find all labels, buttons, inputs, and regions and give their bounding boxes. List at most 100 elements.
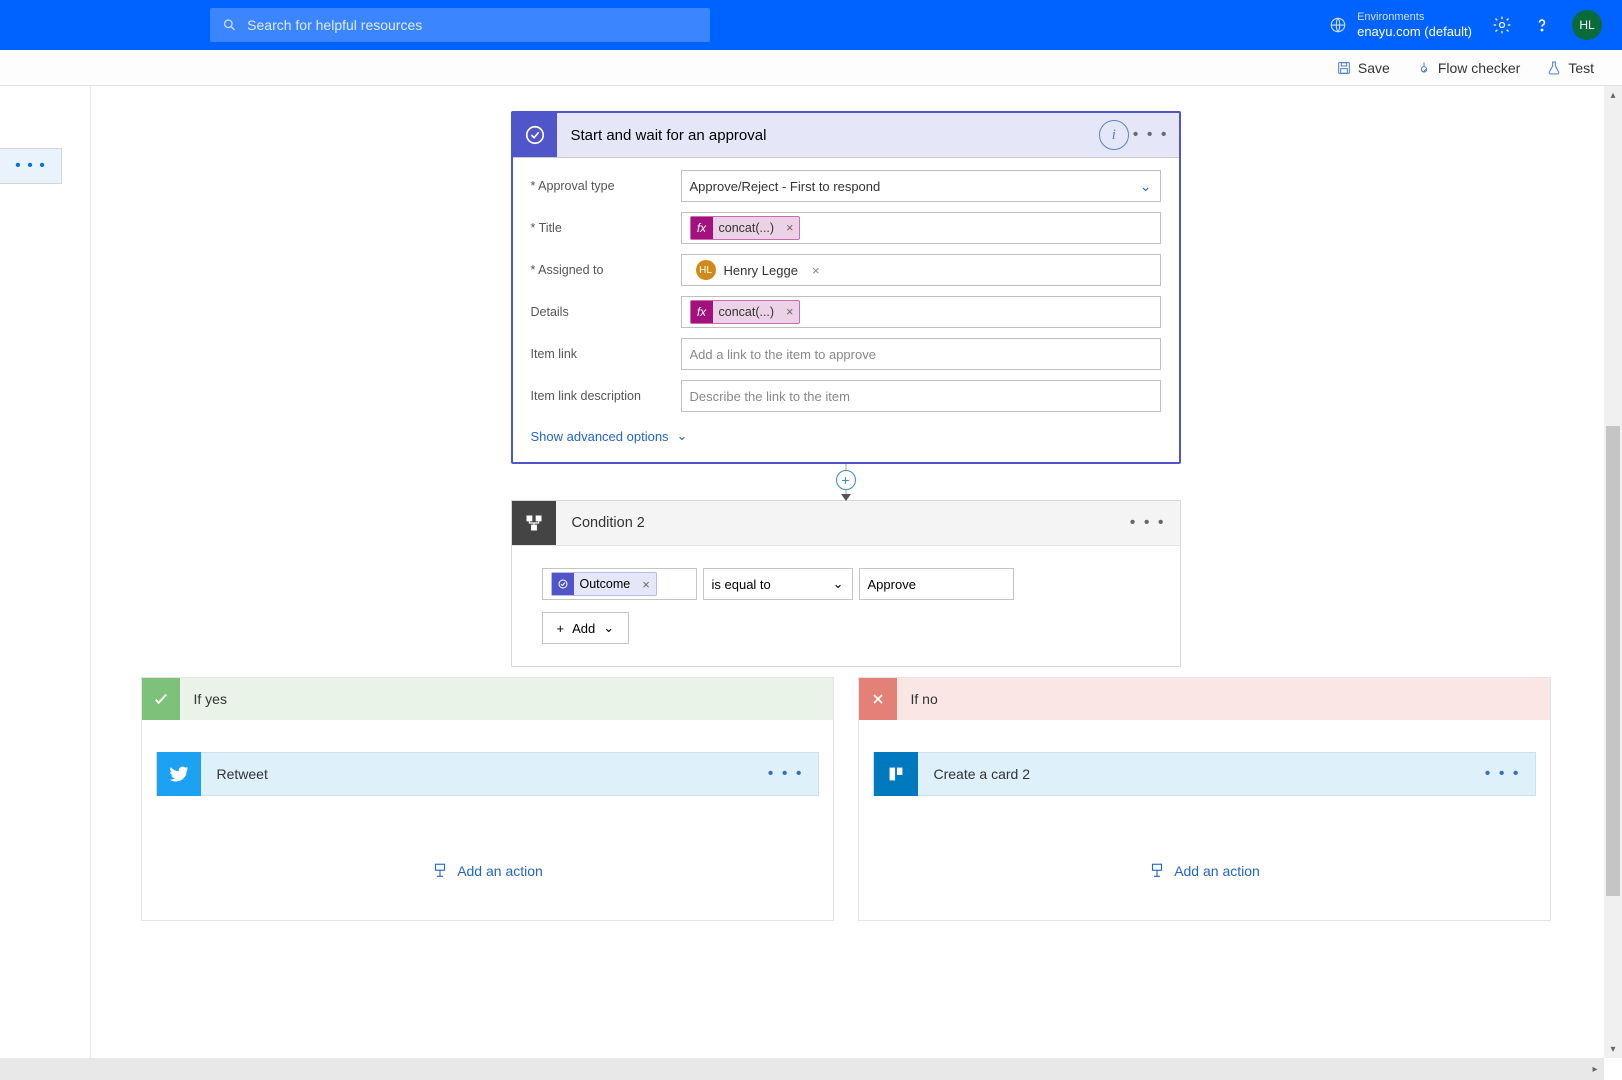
search-icon xyxy=(222,17,237,33)
flow-canvas: • • • i • • • Approval type Approve/Reje… xyxy=(0,86,1622,1080)
condition-value-field[interactable]: Approve xyxy=(859,568,1014,600)
fx-icon: fx xyxy=(691,217,713,239)
settings-icon[interactable] xyxy=(1492,15,1512,35)
condition-operator-dropdown[interactable]: is equal to ⌄ xyxy=(703,568,853,600)
chevron-down-icon: ⌄ xyxy=(833,576,844,592)
test-button[interactable]: Test xyxy=(1546,60,1594,76)
add-label: Add xyxy=(572,621,595,636)
env-value: enayu.com (default) xyxy=(1357,24,1472,40)
add-condition-button[interactable]: + Add ⌄ xyxy=(542,612,630,644)
add-action-label: Add an action xyxy=(457,863,543,879)
add-step-button[interactable]: + xyxy=(836,470,856,490)
details-input[interactable]: fx concat(...) × xyxy=(681,296,1161,328)
user-name: Henry Legge xyxy=(724,263,798,278)
remove-token-icon[interactable]: × xyxy=(636,577,656,592)
action-menu-dots[interactable]: • • • xyxy=(754,765,818,783)
condition-menu-dots[interactable]: • • • xyxy=(1116,514,1180,532)
condition-card: Condition 2 • • • Outcome × is equal to … xyxy=(511,500,1181,667)
retweet-action-card[interactable]: Retweet • • • xyxy=(156,752,819,796)
info-icon[interactable]: i xyxy=(1099,120,1129,150)
connector: + xyxy=(511,464,1181,500)
itemlinkdesc-label: Item link description xyxy=(531,389,641,403)
add-action-icon xyxy=(1148,862,1166,880)
save-label: Save xyxy=(1358,60,1390,76)
action-menu-dots[interactable]: • • • xyxy=(1471,765,1535,783)
condition-left-field[interactable]: Outcome × xyxy=(542,568,697,600)
remove-user-icon[interactable]: × xyxy=(812,263,820,278)
test-icon xyxy=(1546,60,1562,76)
branch-no: If no Create a card 2 • • • Add an actio… xyxy=(858,677,1551,921)
add-action-no[interactable]: Add an action xyxy=(873,862,1536,880)
search-box[interactable] xyxy=(210,8,710,42)
user-avatar-small: HL xyxy=(696,260,716,280)
scrollbar-thumb[interactable] xyxy=(1606,426,1620,896)
save-button[interactable]: Save xyxy=(1336,60,1390,76)
trello-action-card[interactable]: Create a card 2 • • • xyxy=(873,752,1536,796)
title-label: Title xyxy=(531,221,562,235)
close-icon xyxy=(859,678,897,720)
approval-card: i • • • Approval type Approve/Reject - F… xyxy=(511,111,1181,464)
branch-yes: If yes Retweet • • • Add an action xyxy=(141,677,834,921)
fx-icon: fx xyxy=(691,301,713,323)
title-input[interactable]: fx concat(...) × xyxy=(681,212,1161,244)
flowchecker-button[interactable]: Flow checker xyxy=(1416,60,1520,76)
approval-type-dropdown[interactable]: Approve/Reject - First to respond ⌄ xyxy=(681,170,1161,202)
globe-icon xyxy=(1329,16,1347,34)
scroll-down-icon[interactable]: ▾ xyxy=(1604,1040,1622,1058)
remove-token-icon[interactable]: × xyxy=(780,305,799,319)
approval-type-label: Approval type xyxy=(531,179,615,193)
check-icon xyxy=(142,678,180,720)
env-label: Environments xyxy=(1357,11,1472,24)
approval-title-input[interactable] xyxy=(557,113,1089,157)
outcome-icon xyxy=(552,573,574,595)
assigned-label: Assigned to xyxy=(531,263,604,277)
search-input[interactable] xyxy=(247,17,698,33)
collapsed-card-stub[interactable]: • • • xyxy=(0,148,62,184)
save-icon xyxy=(1336,60,1352,76)
trello-icon xyxy=(874,752,918,796)
flowchecker-label: Flow checker xyxy=(1438,60,1520,76)
show-advanced-link[interactable]: Show advanced options ⌄ xyxy=(531,422,1161,444)
test-label: Test xyxy=(1568,60,1594,76)
add-action-icon xyxy=(431,862,449,880)
remove-token-icon[interactable]: × xyxy=(780,221,799,235)
itemlink-field[interactable] xyxy=(690,347,1152,362)
add-action-yes[interactable]: Add an action xyxy=(156,862,819,880)
horizontal-scrollbar[interactable]: ▸ xyxy=(0,1058,1604,1080)
itemlinkdesc-input[interactable] xyxy=(681,380,1161,412)
fx-token-label: concat(...) xyxy=(713,305,781,319)
trello-title: Create a card 2 xyxy=(918,766,1471,782)
details-label: Details xyxy=(531,305,569,319)
scroll-up-icon[interactable]: ▴ xyxy=(1604,86,1622,104)
outcome-label: Outcome xyxy=(574,577,637,591)
scroll-right-icon[interactable]: ▸ xyxy=(1586,1058,1604,1080)
condition-title[interactable]: Condition 2 xyxy=(556,515,1116,531)
user-avatar[interactable]: HL xyxy=(1572,10,1602,40)
action-toolbar: Save Flow checker Test xyxy=(0,50,1622,86)
outcome-token[interactable]: Outcome × xyxy=(551,572,657,596)
user-token[interactable]: HL Henry Legge × xyxy=(690,258,826,282)
add-action-label: Add an action xyxy=(1174,863,1260,879)
condition-icon xyxy=(512,501,556,545)
environment-picker[interactable]: Environments enayu.com (default) xyxy=(1329,11,1472,40)
itemlink-input[interactable] xyxy=(681,338,1161,370)
flowchecker-icon xyxy=(1416,60,1432,76)
twitter-icon xyxy=(157,752,201,796)
approval-menu-dots[interactable]: • • • xyxy=(1133,126,1169,144)
plus-icon: + xyxy=(557,621,565,636)
fx-token-label: concat(...) xyxy=(713,221,781,235)
assigned-input[interactable]: HL Henry Legge × xyxy=(681,254,1161,286)
help-icon[interactable] xyxy=(1532,15,1552,35)
top-header: Environments enayu.com (default) HL xyxy=(0,0,1622,50)
branch-no-title: If no xyxy=(897,691,952,707)
fx-token-title[interactable]: fx concat(...) × xyxy=(690,216,801,240)
itemlinkdesc-field[interactable] xyxy=(690,389,1152,404)
arrow-down-icon xyxy=(841,494,851,501)
chevron-down-icon: ⌄ xyxy=(1140,178,1152,195)
branch-yes-title: If yes xyxy=(180,691,241,707)
fx-token-details[interactable]: fx concat(...) × xyxy=(690,300,801,324)
vertical-scrollbar[interactable]: ▴ ▾ xyxy=(1604,86,1622,1058)
itemlink-label: Item link xyxy=(531,347,578,361)
branches: If yes Retweet • • • Add an action xyxy=(141,677,1551,921)
operator-label: is equal to xyxy=(712,577,771,592)
